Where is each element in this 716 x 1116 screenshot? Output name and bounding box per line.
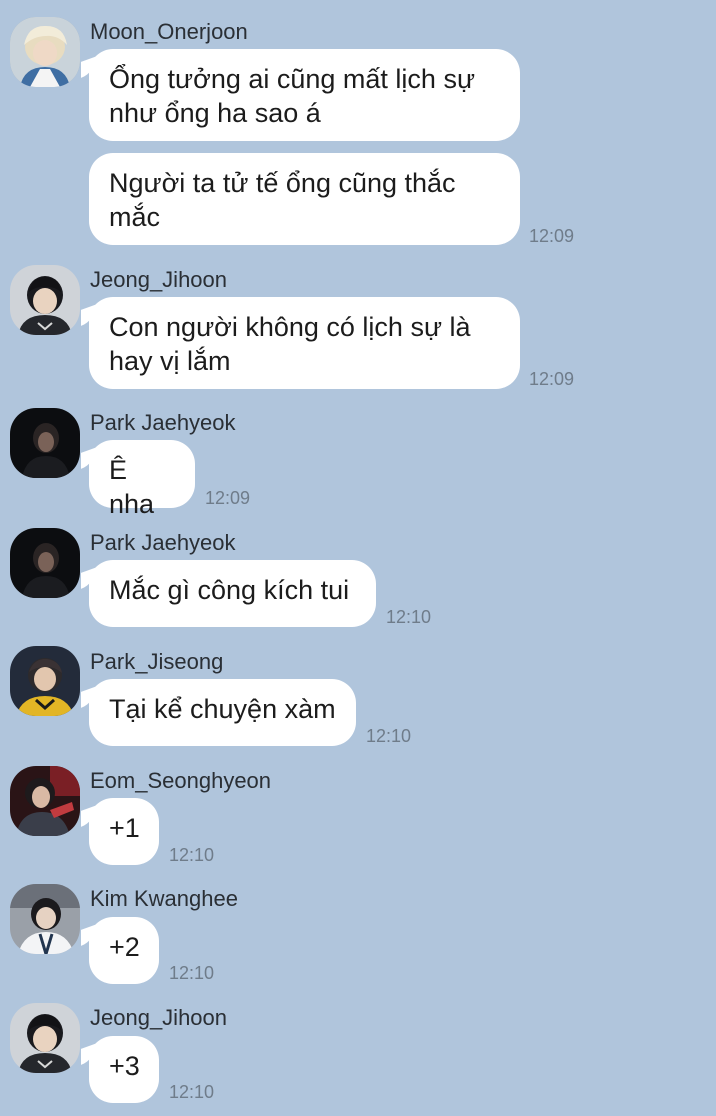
message-time: 12:09 bbox=[529, 226, 575, 246]
sender-name: Eom_Seonghyeon bbox=[90, 768, 272, 793]
avatar-image bbox=[10, 265, 80, 335]
avatar-image bbox=[10, 1003, 80, 1073]
avatar[interactable] bbox=[10, 265, 80, 335]
avatar[interactable] bbox=[10, 17, 80, 87]
sender-name: Kim Kwanghee bbox=[90, 886, 238, 911]
message-bubble[interactable]: +2 bbox=[89, 917, 159, 984]
message-time: 12:10 bbox=[169, 845, 215, 865]
sender-name: Jeong_Jihoon bbox=[90, 267, 228, 292]
avatar[interactable] bbox=[10, 884, 80, 954]
avatar[interactable] bbox=[10, 766, 80, 836]
message-time: 12:10 bbox=[366, 726, 412, 746]
avatar[interactable] bbox=[10, 528, 80, 598]
avatar-image bbox=[10, 884, 80, 954]
message-time: 12:09 bbox=[529, 369, 575, 389]
avatar-image bbox=[10, 766, 80, 836]
sender-name: Park Jaehyeok bbox=[90, 530, 236, 555]
message-bubble[interactable]: +3 bbox=[89, 1036, 159, 1103]
message-time: 12:09 bbox=[205, 488, 251, 508]
message-bubble[interactable]: +1 bbox=[89, 798, 159, 865]
avatar[interactable] bbox=[10, 646, 80, 716]
avatar[interactable] bbox=[10, 408, 80, 478]
avatar-image bbox=[10, 408, 80, 478]
message-bubble[interactable]: Ê nha bbox=[89, 440, 195, 519]
message-time: 12:10 bbox=[386, 607, 432, 627]
message-bubble[interactable]: Con người không có lịch sự là hay vị lắm bbox=[89, 297, 520, 389]
avatar[interactable] bbox=[10, 1003, 80, 1073]
message-bubble[interactable]: Mắc gì công kích tui bbox=[89, 560, 376, 627]
avatar-image bbox=[10, 17, 80, 87]
message-time: 12:10 bbox=[169, 1082, 215, 1102]
sender-name: Park Jaehyeok bbox=[90, 410, 236, 435]
avatar-image bbox=[10, 646, 80, 716]
message-bubble[interactable]: Tại kể chuyện xàm bbox=[89, 679, 356, 746]
message-bubble[interactable]: Người ta tử tế ổng cũng thắc mắc bbox=[89, 153, 520, 245]
message-bubble[interactable]: Ổng tưởng ai cũng mất lịch sự như ổng ha… bbox=[89, 49, 520, 141]
sender-name: Jeong_Jihoon bbox=[90, 1005, 228, 1030]
message-time: 12:10 bbox=[169, 963, 215, 983]
avatar-image bbox=[10, 528, 80, 598]
sender-name: Park_Jiseong bbox=[90, 649, 224, 674]
sender-name: Moon_Onerjoon bbox=[90, 19, 248, 44]
